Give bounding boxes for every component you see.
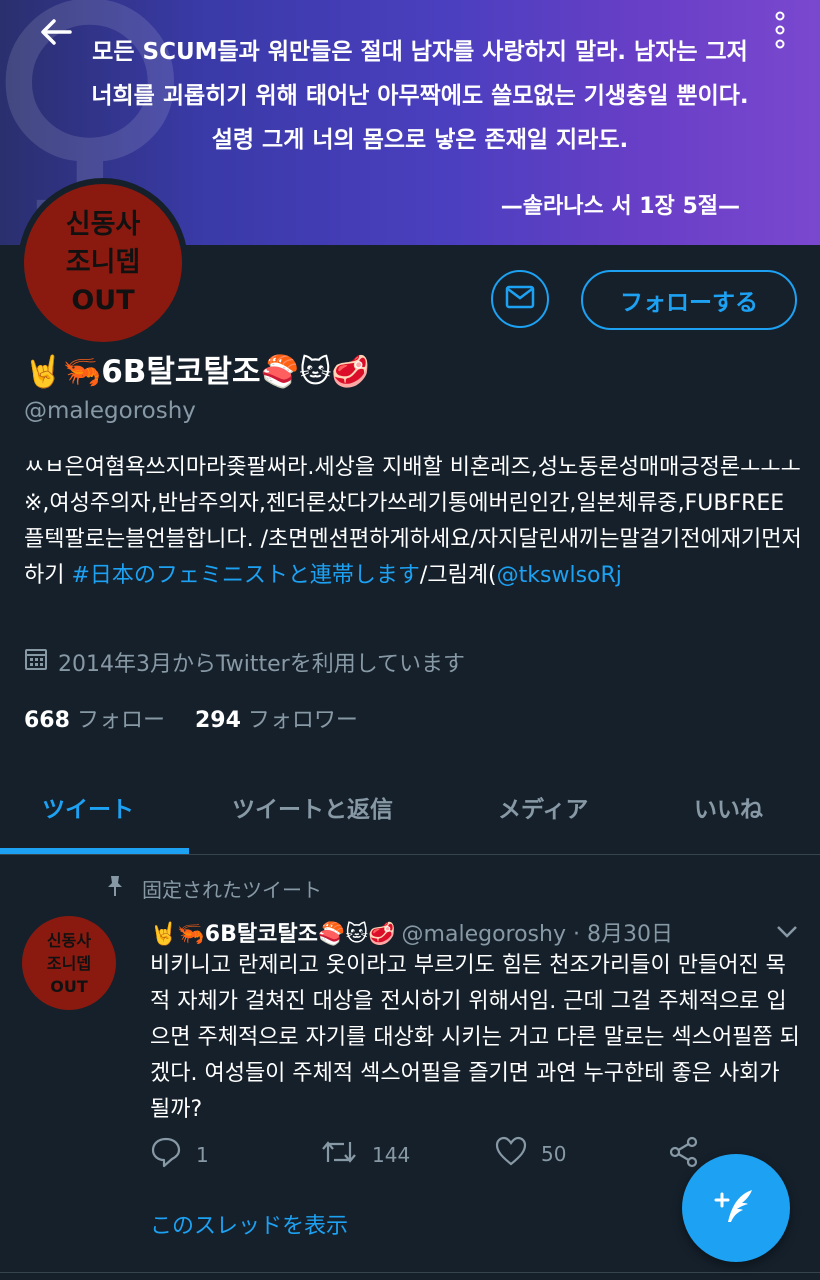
retweet-icon <box>320 1136 358 1173</box>
tweet-author-name[interactable]: 🤘🦐6B탈코탈조🍣🐱🥩 <box>150 916 396 948</box>
banner-signature: —솔라나스 서 1장 5절— <box>500 194 740 219</box>
follow-stats: 668 フォロー 294 フォロワー <box>24 702 358 734</box>
chevron-down-icon[interactable] <box>776 920 798 944</box>
profile-display-name: 🤘🦐6B탈코탈조🍣🐱🥩 <box>24 354 370 390</box>
bio-suffix-text: /그림계( <box>419 563 497 588</box>
banner-quote-line-3: 설령 그게 너의 몸으로 낳은 존재일 지라도. <box>211 127 629 153</box>
compose-feather-icon <box>712 1182 760 1234</box>
bio-mention-link[interactable]: @tkswlsoRj <box>497 563 622 588</box>
tweet-meta: @malegoroshy · 8月30日 <box>401 922 673 947</box>
followers-stat[interactable]: 294 フォロワー <box>195 708 358 733</box>
profile-handle: @malegoroshy <box>24 398 196 424</box>
following-count: 668 <box>24 708 70 733</box>
message-button[interactable] <box>491 270 549 328</box>
back-arrow-icon[interactable] <box>36 12 76 52</box>
avatar-text-line: 신동사 <box>46 930 92 950</box>
avatar-text-line: OUT <box>71 285 135 316</box>
banner-quote-line-2: 너희를 괴롭히기 위해 태어난 아무짝에도 쓸모없는 기생충일 뿐이다. <box>91 83 749 109</box>
active-tab-indicator <box>0 848 189 854</box>
following-stat[interactable]: 668 フォロー <box>24 708 165 733</box>
joined-text: 2014年3月からTwitterを利用しています <box>58 652 466 677</box>
share-button[interactable] <box>668 1136 700 1173</box>
compose-tweet-button[interactable] <box>682 1154 790 1262</box>
joined-date: 2014年3月からTwitterを利用しています <box>24 646 465 678</box>
tab-tweets-and-replies[interactable]: ツイートと返信 <box>232 790 393 824</box>
show-thread-link[interactable]: このスレッドを表示 <box>150 1208 348 1240</box>
more-options-icon[interactable] <box>770 6 790 56</box>
pinned-label: 固定されたツイート <box>142 878 322 902</box>
bio-hashtag-link[interactable]: #日本のフェミニストと連帯します <box>71 563 419 588</box>
divider <box>0 1272 820 1273</box>
tab-tweets[interactable]: ツイート <box>42 790 134 824</box>
tweet-header: 🤘🦐6B탈코탈조🍣🐱🥩 @malegoroshy · 8月30日 <box>150 916 673 948</box>
like-count: 50 <box>541 1141 567 1166</box>
heart-icon <box>495 1136 527 1171</box>
followers-label: フォロワー <box>247 708 358 733</box>
tweet-avatar[interactable]: 신동사 조니뎁 OUT <box>22 916 116 1010</box>
profile-tabs: ツイート ツイートと返信 メディア いいね <box>0 770 820 855</box>
calendar-icon <box>24 647 48 677</box>
reply-button[interactable]: 1 <box>150 1136 209 1173</box>
avatar-text-line: 조니뎁 <box>65 247 141 278</box>
tweet-actions: 1 144 50 <box>150 1136 710 1176</box>
profile-avatar[interactable]: 신동사 조니뎁 OUT <box>18 178 188 348</box>
avatar-text-line: 조니뎁 <box>46 953 92 973</box>
avatar-text-line: OUT <box>50 976 88 996</box>
profile-bio: ㅆㅂ은여혐욕쓰지마라좆팔써라.세상을 지배할 비혼레즈,성노동론성매매긍정론ㅗㅗ… <box>24 450 804 594</box>
follow-button[interactable]: フォローする <box>581 270 797 330</box>
share-icon <box>668 1136 700 1173</box>
tab-likes[interactable]: いいね <box>694 790 763 824</box>
followers-count: 294 <box>194 708 241 733</box>
banner-quote: 모든 SCUM들과 워만들은 절대 남자를 사랑하지 말라. 남자는 그저 너희… <box>30 30 810 162</box>
like-button[interactable]: 50 <box>495 1136 566 1171</box>
tweet-text: 비키니고 란제리고 옷이라고 부르기도 힘든 천조가리들이 만들어진 목적 자체… <box>150 953 800 1122</box>
following-label: フォロー <box>76 708 165 733</box>
avatar-text-line: 신동사 <box>65 209 141 240</box>
envelope-icon <box>505 285 535 313</box>
reply-count: 1 <box>196 1142 209 1167</box>
tab-media[interactable]: メディア <box>498 790 588 824</box>
retweet-button[interactable]: 144 <box>320 1136 410 1173</box>
pinned-indicator: 固定されたツイート <box>106 874 322 903</box>
reply-icon <box>150 1136 182 1173</box>
banner-quote-line-1: 모든 SCUM들과 워만들은 절대 남자를 사랑하지 말라. 남자는 그저 <box>92 39 748 65</box>
pin-icon <box>106 875 124 902</box>
retweet-count: 144 <box>372 1142 411 1167</box>
